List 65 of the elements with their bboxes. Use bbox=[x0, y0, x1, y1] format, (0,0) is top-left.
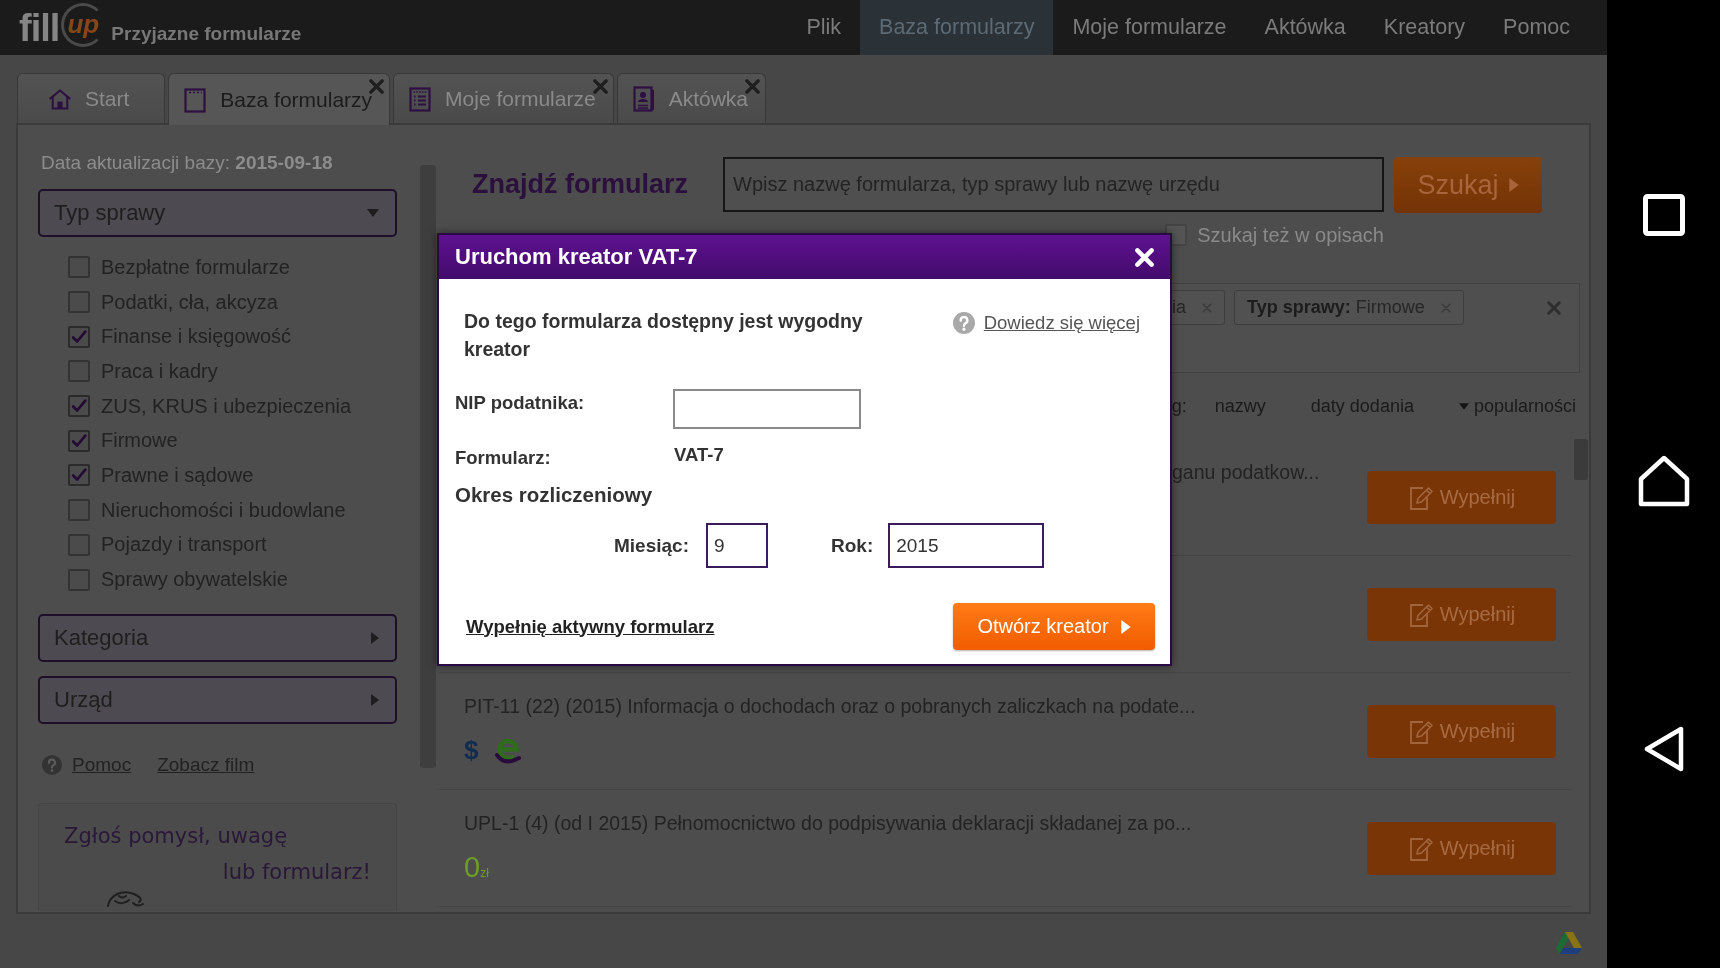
edit-icon bbox=[1407, 484, 1434, 511]
back-icon[interactable] bbox=[1643, 726, 1684, 772]
fill-button[interactable]: Wypełnij bbox=[1367, 705, 1556, 758]
scrollbar[interactable] bbox=[420, 165, 436, 768]
e-logo-icon bbox=[494, 736, 523, 764]
checkbox[interactable] bbox=[68, 499, 90, 522]
person-document-icon bbox=[631, 85, 656, 112]
tab[interactable]: Baza formularzy bbox=[168, 73, 391, 125]
price-label: 0zł bbox=[464, 850, 489, 884]
logo-tagline: Przyjazne formularze bbox=[111, 22, 302, 45]
checkbox[interactable] bbox=[68, 395, 90, 418]
logo-text: fill bbox=[19, 5, 60, 50]
open-wizard-button[interactable]: Otwórz kreator bbox=[953, 603, 1155, 650]
help-icon bbox=[42, 754, 62, 775]
update-date-text: Data aktualizacji bazy: 2015-09-18 bbox=[40, 151, 334, 175]
list-icon bbox=[408, 85, 433, 112]
year-field[interactable]: 2015 bbox=[888, 523, 1045, 568]
checkbox[interactable] bbox=[68, 464, 90, 487]
tricolor-triangle-icon bbox=[1556, 932, 1582, 954]
text-link[interactable]: Dowiedz się więcej bbox=[983, 312, 1140, 334]
checkbox[interactable] bbox=[68, 325, 90, 348]
dialog-message: Do tego formularza dostępny jest wygodny kreator bbox=[464, 309, 864, 362]
checkbox[interactable] bbox=[68, 291, 90, 314]
month-field[interactable]: 9 bbox=[706, 523, 768, 568]
menu-item[interactable]: Moje formularze bbox=[1053, 0, 1246, 55]
checkbox[interactable] bbox=[68, 429, 90, 452]
field-label: NIP podatnika: bbox=[455, 391, 586, 414]
fill-button[interactable]: Wypełnij bbox=[1367, 588, 1556, 641]
nip-field[interactable] bbox=[673, 389, 861, 429]
dollar-sign: $ bbox=[464, 734, 479, 766]
checkbox[interactable] bbox=[68, 533, 90, 556]
field-label: Rok: bbox=[831, 534, 874, 557]
caret-icon bbox=[1508, 178, 1519, 192]
tab[interactable]: Start bbox=[17, 73, 166, 123]
option-label[interactable]: Szukaj też w opisach bbox=[1197, 223, 1384, 247]
checkbox[interactable] bbox=[68, 568, 90, 591]
caret-icon bbox=[371, 631, 379, 644]
home-icon[interactable] bbox=[1637, 455, 1690, 507]
fill-button[interactable]: Wypełnij bbox=[1367, 822, 1556, 875]
form-value: VAT-7 bbox=[674, 444, 724, 466]
field-label: Miesiąc: bbox=[613, 534, 689, 557]
edit-icon bbox=[1407, 601, 1434, 628]
menu-item[interactable]: Pomoc bbox=[1484, 0, 1589, 55]
checkbox[interactable] bbox=[68, 256, 90, 279]
section-title: Okres rozliczeniowy bbox=[455, 483, 654, 507]
menu-item[interactable]: Aktówka bbox=[1245, 0, 1365, 55]
text-link[interactable]: Wypełnię aktywny formularz bbox=[466, 615, 715, 638]
caret-icon bbox=[367, 209, 379, 217]
square-icon[interactable] bbox=[1642, 194, 1685, 236]
caret-icon bbox=[1120, 619, 1131, 634]
menu-item[interactable]: Plik bbox=[787, 0, 861, 55]
menu-item[interactable]: Baza formularzy bbox=[860, 0, 1054, 55]
fill-button[interactable]: Wypełnij bbox=[1367, 471, 1556, 524]
edit-icon bbox=[1407, 718, 1434, 745]
dialog-title: Uruchom kreator VAT-7 bbox=[455, 244, 698, 270]
tab[interactable]: Moje formularze bbox=[393, 73, 614, 123]
field-label: Formularz: bbox=[455, 446, 552, 469]
notepad-icon bbox=[183, 86, 208, 113]
edit-icon bbox=[1407, 835, 1434, 862]
tab[interactable]: Aktówka bbox=[616, 73, 766, 123]
help-icon bbox=[952, 312, 975, 334]
search-title: Znajdź formularz bbox=[472, 169, 689, 200]
checkbox[interactable] bbox=[68, 360, 90, 383]
menu-item[interactable]: Kreatory bbox=[1364, 0, 1485, 55]
caret-icon bbox=[371, 693, 379, 706]
